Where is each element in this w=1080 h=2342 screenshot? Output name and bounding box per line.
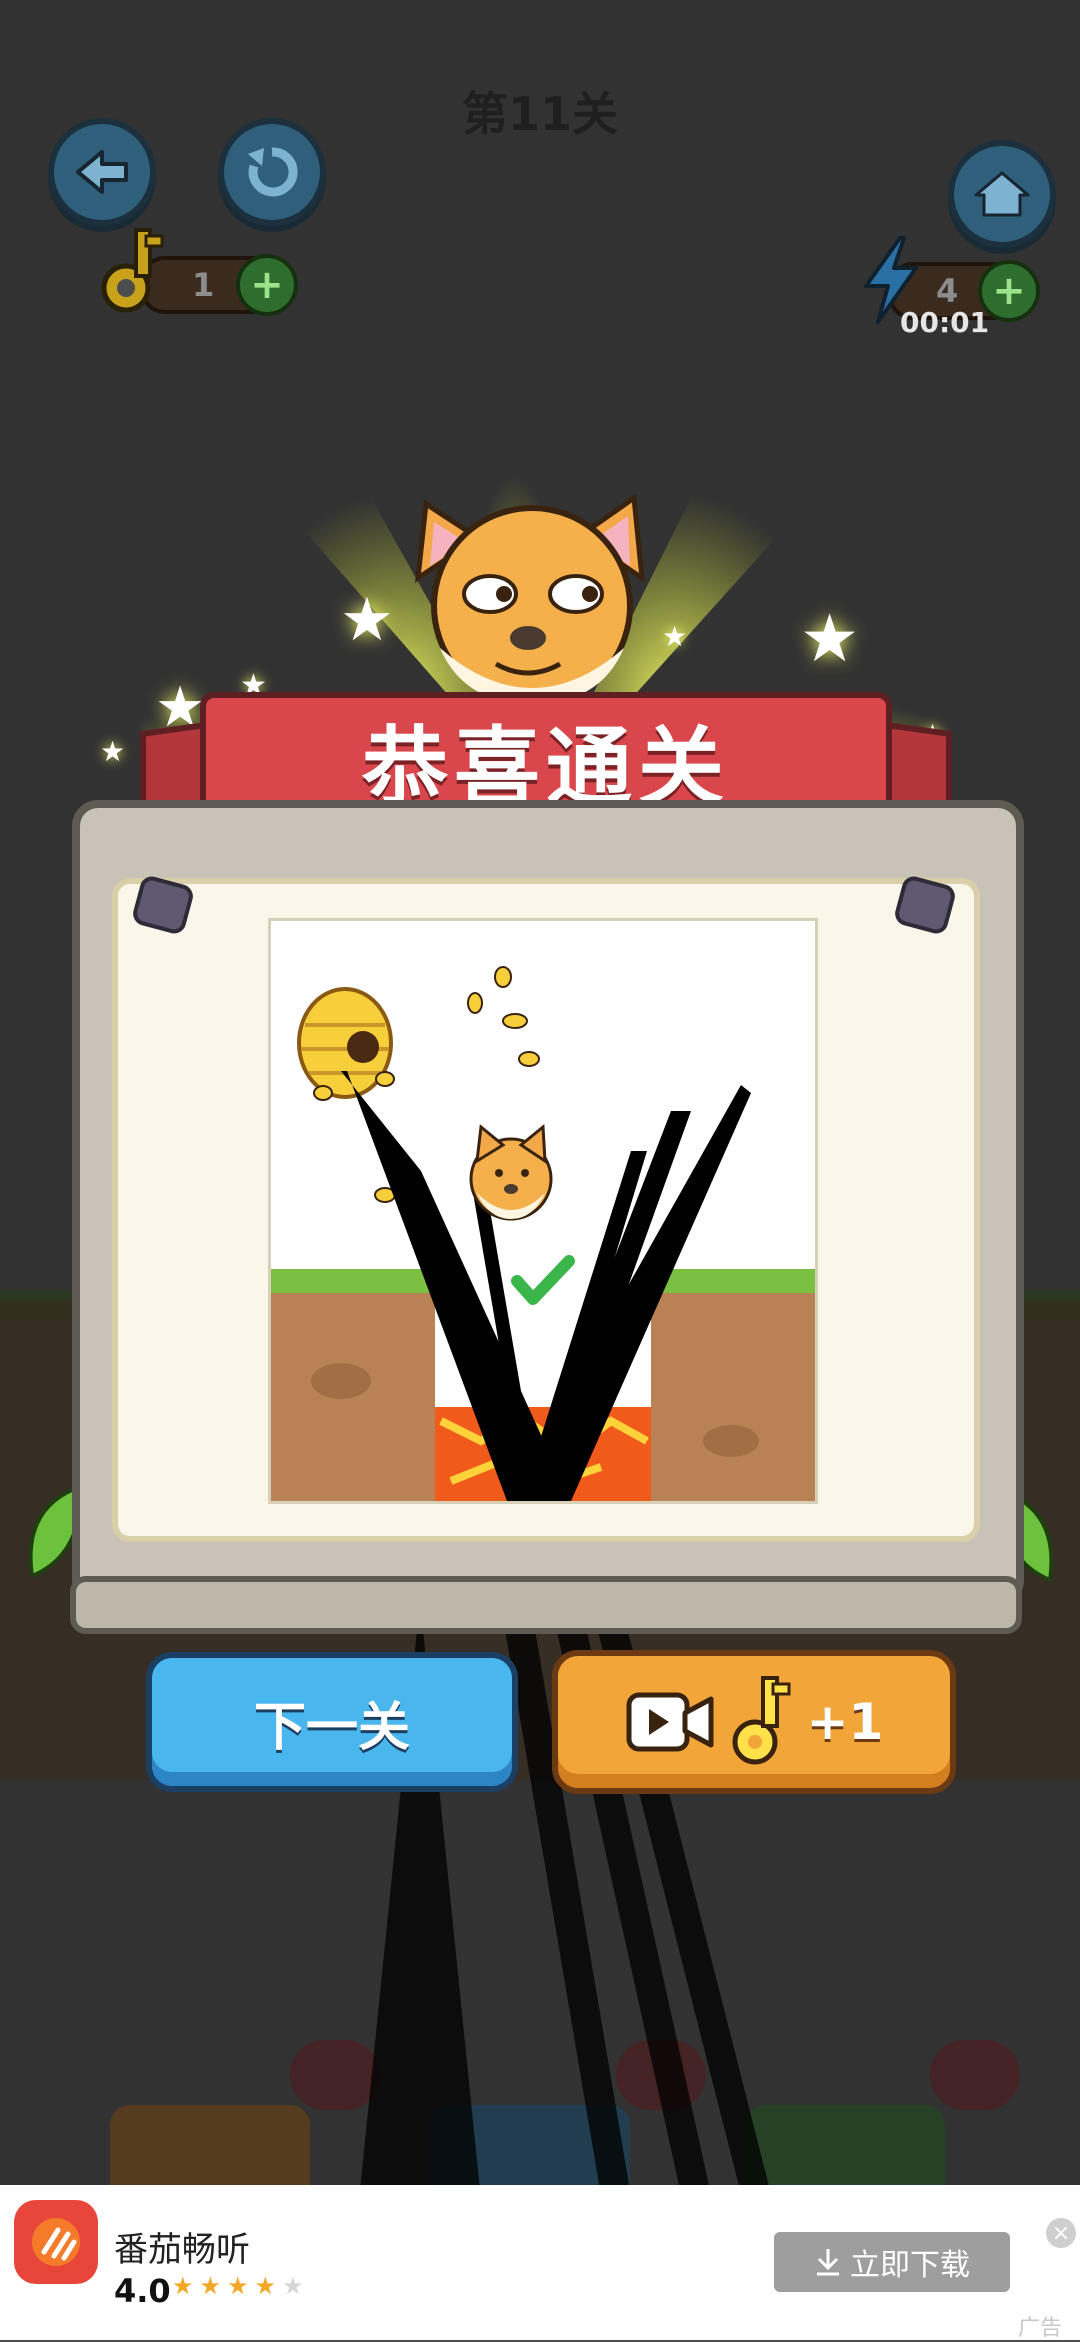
sparkle-icon: ★ [340, 585, 394, 655]
level-timer: 00:01 [900, 306, 990, 339]
watch-video-key-button[interactable]: +1 [552, 1650, 956, 1794]
panel-base [70, 1576, 1022, 1634]
restart-button[interactable] [218, 118, 326, 226]
close-icon: × [1051, 2220, 1071, 2246]
empty-star: ★ [282, 2272, 310, 2300]
level-scene [271, 966, 815, 1501]
shiba-dog-icon [414, 493, 646, 707]
back-button[interactable] [48, 118, 156, 226]
ad-rating: 4.0 [114, 2272, 171, 2310]
rating-stars: ★★★★★ [172, 2272, 310, 2300]
keys-count: 1 [192, 266, 215, 304]
app-logo-icon[interactable] [14, 2200, 98, 2284]
reward-key-label: +1 [806, 1693, 884, 1751]
level-snapshot [268, 918, 818, 1504]
energy-count: 4 [936, 272, 959, 310]
filled-stars: ★★★★ [172, 2272, 283, 2300]
ad-download-label: 立即下载 [850, 2248, 970, 2283]
next-level-label: 下一关 [253, 1697, 410, 1758]
sparkle-icon: ★ [100, 735, 126, 768]
level-title: 第11关 [461, 87, 618, 141]
plus-icon: + [250, 262, 284, 308]
key-icon [732, 1676, 791, 1765]
ad-download-button[interactable]: 立即下载 [774, 2232, 1010, 2292]
home-button[interactable] [948, 140, 1056, 248]
ad-close-button[interactable]: × [1046, 2218, 1076, 2248]
sparkle-icon: ★ [800, 600, 860, 677]
back-arrow-icon [76, 150, 128, 194]
ad-app-name[interactable]: 番茄畅听 [114, 2222, 250, 2271]
home-icon [974, 171, 1030, 217]
app-logo-mark [32, 2218, 80, 2266]
sparkle-icon: ★ [662, 620, 688, 653]
restart-icon [248, 147, 298, 197]
video-camera-icon [626, 1692, 714, 1752]
next-level-button[interactable]: 下一关 [146, 1652, 518, 1792]
download-icon [817, 2249, 839, 2276]
key-icon [101, 228, 164, 313]
ad-tag: 广告 [1018, 2316, 1063, 2341]
plus-icon: + [992, 268, 1026, 314]
add-keys-button[interactable]: + [236, 254, 298, 316]
